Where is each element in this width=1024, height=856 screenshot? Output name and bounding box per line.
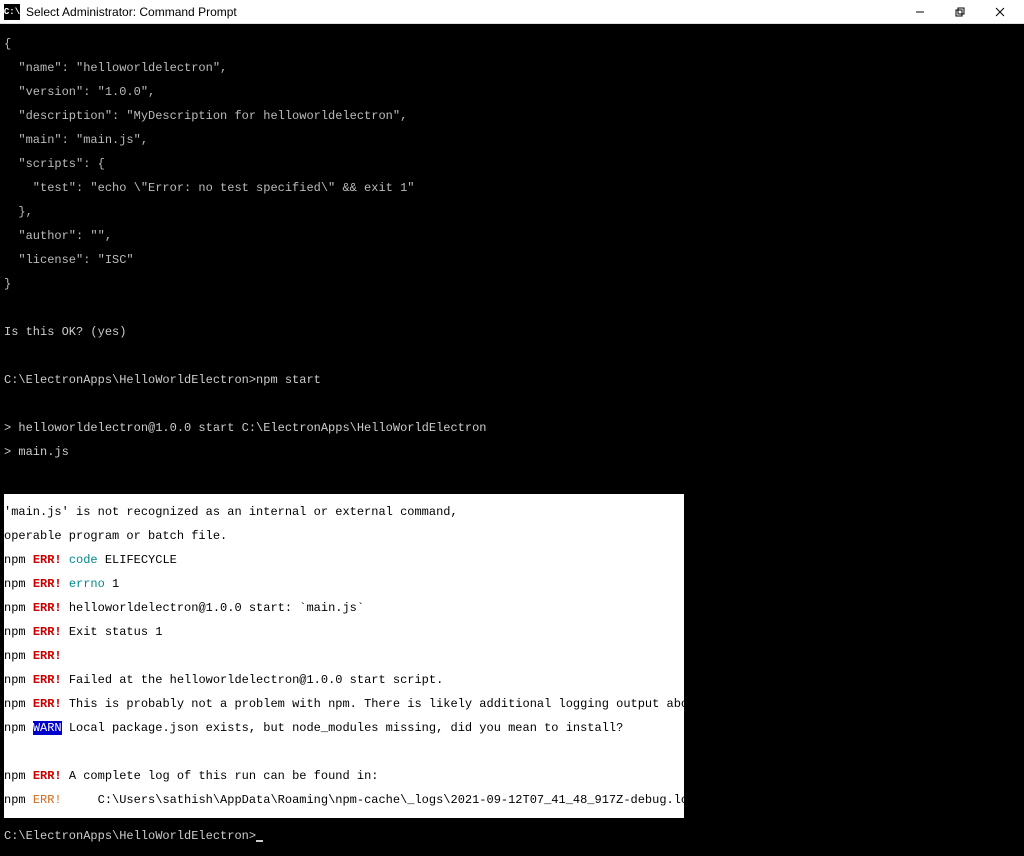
json-line: "license": "ISC" [4, 254, 1020, 266]
minimize-icon [915, 7, 925, 17]
mainjs-line: > main.js [4, 446, 1020, 458]
blank-line [4, 302, 1020, 314]
err-badge: ERR! [33, 673, 62, 687]
close-button[interactable] [980, 0, 1020, 24]
npm-err-line: npm ERR! Exit status 1 [4, 626, 684, 638]
maximize-button[interactable] [940, 0, 980, 24]
err-badge: ERR! [33, 553, 62, 567]
json-line: "test": "echo \"Error: no test specified… [4, 182, 1020, 194]
json-line: } [4, 278, 1020, 290]
cmd-icon: C:\ [4, 4, 20, 20]
window-title: Select Administrator: Command Prompt [26, 5, 900, 19]
json-line: "version": "1.0.0", [4, 86, 1020, 98]
err-badge: ERR! [33, 769, 62, 783]
err-badge: ERR! [33, 577, 62, 591]
npm-err-line: npm ERR! [4, 650, 684, 662]
err-msg: 'main.js' is not recognized as an intern… [4, 506, 684, 518]
close-icon [995, 7, 1005, 17]
blank-line [4, 350, 1020, 362]
json-line: "description": "MyDescription for hellow… [4, 110, 1020, 122]
cursor-icon [256, 840, 263, 842]
npm-err-line: npm ERR! This is probably not a problem … [4, 698, 684, 710]
error-block: 'main.js' is not recognized as an intern… [4, 494, 684, 818]
npm-err-line: npm ERR! code ELIFECYCLE [4, 554, 684, 566]
err-badge: ERR! [33, 793, 62, 807]
err-badge: ERR! [33, 625, 62, 639]
window-controls [900, 0, 1020, 24]
json-line: "scripts": { [4, 158, 1020, 170]
npm-err-line: npm ERR! C:\Users\sathish\AppData\Roamin… [4, 794, 684, 806]
blank-line [4, 398, 1020, 410]
title-bar: C:\ Select Administrator: Command Prompt [0, 0, 1024, 24]
maximize-icon [955, 7, 965, 17]
json-line: "name": "helloworldelectron", [4, 62, 1020, 74]
terminal-body[interactable]: { "name": "helloworldelectron", "version… [0, 24, 1024, 856]
json-line: { [4, 38, 1020, 50]
npm-err-line: npm ERR! Failed at the helloworldelectro… [4, 674, 684, 686]
final-prompt: C:\ElectronApps\HelloWorldElectron> [4, 830, 1020, 842]
npm-err-line: npm ERR! A complete log of this run can … [4, 770, 684, 782]
json-line: }, [4, 206, 1020, 218]
npm-warn-line: npm WARN Local package.json exists, but … [4, 722, 684, 734]
start-line: > helloworldelectron@1.0.0 start C:\Elec… [4, 422, 1020, 434]
blank-line [4, 470, 1020, 482]
errno-label: errno [69, 577, 105, 591]
err-badge: ERR! [33, 649, 62, 663]
npm-err-line: npm ERR! errno 1 [4, 578, 684, 590]
json-line: "main": "main.js", [4, 134, 1020, 146]
err-badge: ERR! [33, 601, 62, 615]
warn-badge: WARN [33, 721, 62, 735]
err-badge: ERR! [33, 697, 62, 711]
prompt-line: C:\ElectronApps\HelloWorldElectron>npm s… [4, 374, 1020, 386]
minimize-button[interactable] [900, 0, 940, 24]
code-label: code [69, 553, 98, 567]
json-line: "author": "", [4, 230, 1020, 242]
npm-err-line: npm ERR! helloworldelectron@1.0.0 start:… [4, 602, 684, 614]
confirm-line: Is this OK? (yes) [4, 326, 1020, 338]
blank-line [4, 746, 684, 758]
err-msg: operable program or batch file. [4, 530, 684, 542]
